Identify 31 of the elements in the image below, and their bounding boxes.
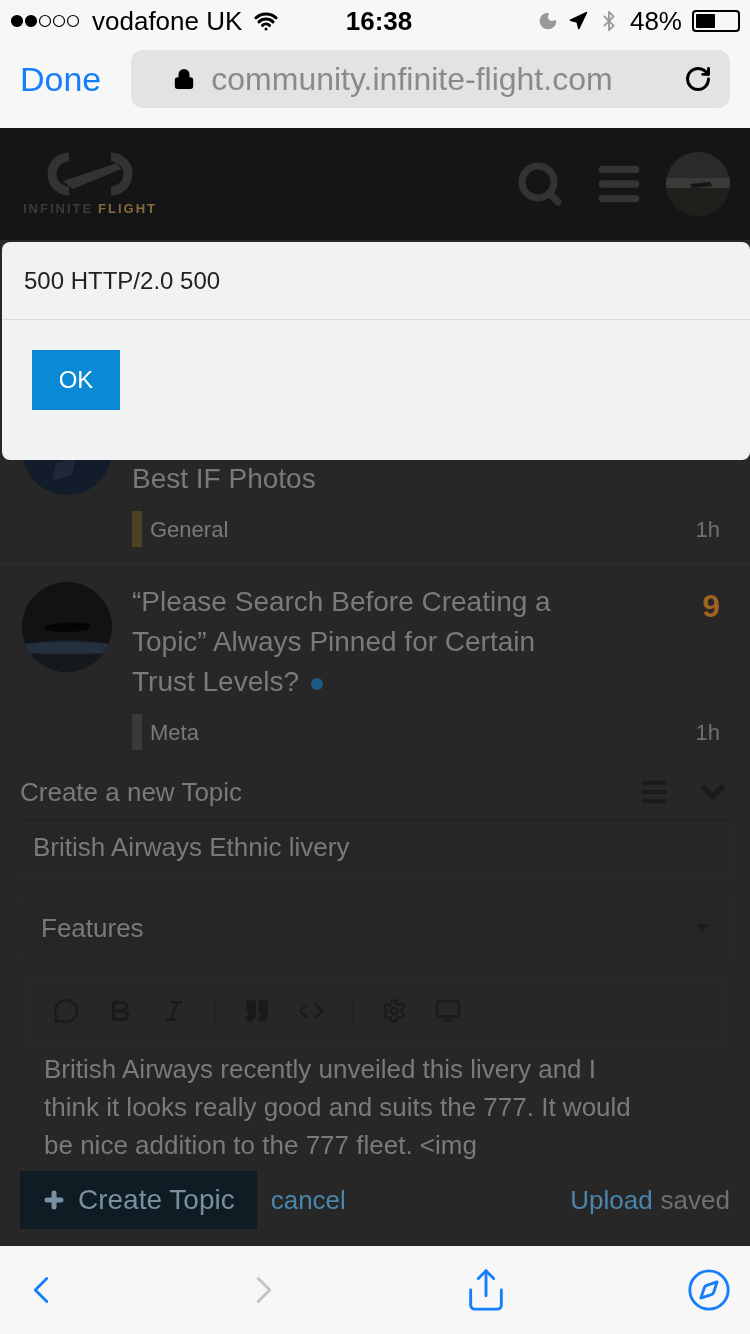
- category-label[interactable]: General: [150, 512, 696, 546]
- upload-link[interactable]: Upload: [570, 1180, 653, 1220]
- battery-percent: 48%: [629, 4, 682, 38]
- plus-icon: [42, 1188, 66, 1212]
- topic-title[interactable]: Best IF Photos: [132, 459, 592, 499]
- dialog-message: 500 HTTP/2.0 500: [24, 265, 221, 296]
- clock-time: 16:38: [344, 4, 414, 38]
- composer-title: Create a new Topic: [20, 775, 244, 809]
- ok-button[interactable]: OK: [32, 350, 120, 410]
- post-body-field[interactable]: British Airways recently unveiled this livery and I think it looks really good and suits the 777. It would be nice addition to the 777 fleet. <img: [24, 1042, 664, 1164]
- create-topic-button[interactable]: Create Topic: [20, 1171, 257, 1229]
- topic-age: 1h: [695, 515, 721, 544]
- reply-count: 9: [702, 587, 721, 626]
- lock-icon: [173, 68, 196, 90]
- topic-age: 1h: [695, 718, 721, 747]
- logo-word: FLIGHT: [98, 200, 158, 219]
- save-status: saved: [660, 1183, 730, 1217]
- reload-icon[interactable]: [684, 65, 712, 93]
- address-bar[interactable]: community.infinite-flight.com: [131, 50, 730, 108]
- signal-icon: [10, 14, 82, 28]
- battery-icon: [692, 10, 740, 32]
- carrier-name: vodafone UK: [92, 4, 243, 38]
- compass-icon[interactable]: [685, 1267, 732, 1313]
- moon-icon: [537, 11, 558, 31]
- cancel-link[interactable]: cancel: [270, 1180, 346, 1220]
- category-label[interactable]: Meta: [150, 715, 696, 749]
- search-icon[interactable]: [516, 160, 564, 208]
- url-text: community.infinite-flight.com: [211, 60, 614, 99]
- done-button[interactable]: Done: [20, 53, 102, 105]
- location-arrow-icon: [567, 11, 588, 31]
- topic-title[interactable]: “Please Search Before Creating a Topic” Always Pinned for Certain Trust Levels?: [132, 582, 592, 702]
